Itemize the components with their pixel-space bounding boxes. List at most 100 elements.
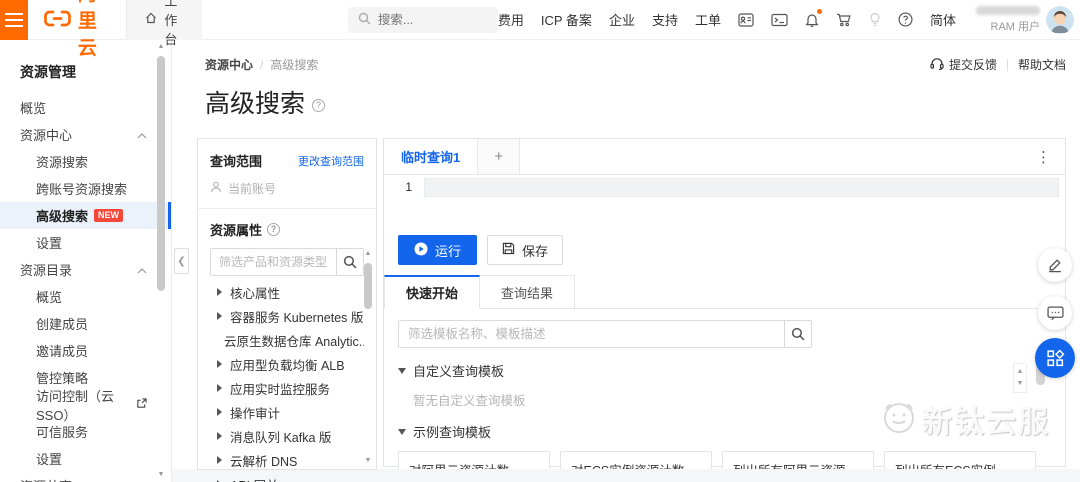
template-card-count-ecs[interactable]: 对ECS实例资源计数 返回有权限的ECS实例总数 <box>560 451 712 469</box>
aliyun-logo[interactable]: 阿里云 <box>28 0 126 60</box>
tree-item-api-gateway[interactable]: API 网关 <box>210 472 364 482</box>
feedback-chat-fab-button[interactable] <box>1038 296 1072 330</box>
user-info[interactable]: RAM 用户 <box>976 5 1040 34</box>
id-card-icon[interactable] <box>738 12 754 27</box>
save-icon <box>502 242 515 258</box>
home-icon <box>145 12 157 27</box>
sidebar-scroll-thumb[interactable] <box>157 56 165 291</box>
scroll-up-icon[interactable]: ▲ <box>365 249 372 259</box>
tree-scrollbar[interactable]: ▲ ▼ <box>362 249 374 466</box>
scope-title: 查询范围 <box>210 154 263 169</box>
product-filter-search-button[interactable] <box>336 249 363 275</box>
scroll-up-icon[interactable]: ▲ <box>1017 367 1024 377</box>
edit-fab-button[interactable] <box>1038 248 1072 282</box>
avatar[interactable] <box>1046 5 1074 34</box>
nav-enterprise[interactable]: 企业 <box>609 10 635 29</box>
change-scope-link[interactable]: 更改查询范围 <box>298 153 364 169</box>
feedback-link[interactable]: 提交反馈 <box>930 56 997 73</box>
quick-start-content: 自定义查询模板 暂无自定义查询模板 示例查询模板 对阿里云资源计数 返回有权限的… <box>384 309 1065 469</box>
sidebar-group-resource-directory[interactable]: 资源目录 <box>0 256 171 283</box>
content-mini-scrollbar[interactable]: ▲ ▼ <box>1013 363 1027 393</box>
scroll-down-icon[interactable]: ▼ <box>365 456 372 466</box>
editor-toolbar: 运行 保存 <box>384 229 1065 275</box>
help-doc-link[interactable]: 帮助文档 <box>1018 56 1066 73</box>
bulb-icon[interactable] <box>869 12 881 27</box>
sidebar-group-resource-center[interactable]: 资源中心 <box>0 121 171 148</box>
caret-down-icon <box>398 367 406 374</box>
workbench-button[interactable]: 工作台 <box>126 0 202 47</box>
scroll-down-icon[interactable]: ▼ <box>158 470 165 480</box>
product-filter-input[interactable] <box>211 249 336 275</box>
caret-right-icon <box>217 312 222 320</box>
template-card-list-resources[interactable]: 列出所有阿里云资源 返回所有有权限的资源，并按... <box>722 451 874 469</box>
global-search-input[interactable] <box>377 12 488 27</box>
widgets-fab-button[interactable] <box>1035 338 1075 378</box>
title-help-icon[interactable] <box>312 98 326 112</box>
pencil-icon <box>1049 259 1061 273</box>
caret-right-icon <box>217 456 222 464</box>
sidebar-item-advanced-search[interactable]: 高级搜索 NEW <box>0 202 171 229</box>
help-icon[interactable] <box>898 12 913 27</box>
tree-item-dns[interactable]: 云解析 DNS <box>210 448 364 472</box>
sidebar-group-resource-sharing[interactable]: 资源共享 <box>0 472 171 482</box>
add-query-tab-button[interactable]: + <box>478 139 521 174</box>
chat-icon <box>1046 305 1064 320</box>
template-filter-input[interactable] <box>399 321 784 347</box>
template-card-list-ecs[interactable]: 列出所有ECS实例 返回所有有权限的ECS实例资... <box>884 451 1036 469</box>
custom-template-section[interactable]: 自定义查询模板 <box>398 361 1051 380</box>
tree-item-core-attributes[interactable]: 核心属性 <box>210 280 364 304</box>
editor-current-line[interactable] <box>424 178 1059 197</box>
template-cards: 对阿里云资源计数 返回有权限的资源总数 对ECS实例资源计数 返回有权限的ECS… <box>398 451 1051 469</box>
more-menu-icon[interactable]: ⋮ <box>1036 148 1051 166</box>
scroll-down-icon[interactable]: ▼ <box>1017 379 1024 389</box>
terminal-icon[interactable] <box>771 13 788 27</box>
language-switch[interactable]: 简体 <box>930 10 956 29</box>
username-redacted <box>976 5 1040 15</box>
sidebar-item-rd-overview[interactable]: 概览 <box>0 283 171 310</box>
sidebar-item-trusted-service[interactable]: 可信服务 <box>0 418 171 445</box>
tree-item-alb[interactable]: 应用型负载均衡 ALB <box>210 352 364 376</box>
tree-item-kafka[interactable]: 消息队列 Kafka 版 <box>210 424 364 448</box>
editor-code-area[interactable] <box>424 178 1065 229</box>
nav-support[interactable]: 支持 <box>652 10 678 29</box>
sidebar-item-settings[interactable]: 设置 <box>0 229 171 256</box>
query-tab-temp1[interactable]: 临时查询1 <box>384 139 479 174</box>
tree-scroll-thumb[interactable] <box>364 263 372 309</box>
person-icon <box>210 181 222 196</box>
global-search[interactable] <box>347 6 498 33</box>
tab-quick-start[interactable]: 快速开始 <box>384 275 481 309</box>
tree-item-ack[interactable]: 容器服务 Kubernetes 版 <box>210 304 364 328</box>
tree-item-analyticdb[interactable]: 云原生数据仓库 Analytic... <box>210 328 364 352</box>
template-filter-search-button[interactable] <box>784 321 811 347</box>
sidebar-item-create-member[interactable]: 创建成员 <box>0 310 171 337</box>
bell-icon[interactable] <box>805 9 822 27</box>
sidebar-item-overview[interactable]: 概览 <box>0 94 171 121</box>
query-tab-bar: 临时查询1 + ⋮ <box>384 139 1065 175</box>
breadcrumb-resource-center[interactable]: 资源中心 <box>205 56 253 73</box>
sidebar-collapse-handle[interactable]: ❮ <box>174 248 189 274</box>
caret-down-icon <box>398 428 406 435</box>
tree-item-arms[interactable]: 应用实时监控服务 <box>210 376 364 400</box>
search-icon <box>358 12 371 28</box>
breadcrumb-current: 高级搜索 <box>270 58 319 72</box>
run-button[interactable]: 运行 <box>398 235 478 265</box>
template-card-count-resources[interactable]: 对阿里云资源计数 返回有权限的资源总数 <box>398 451 550 469</box>
tab-query-result[interactable]: 查询结果 <box>480 275 576 308</box>
sidebar-scrollbar[interactable]: ▲ ▼ <box>155 42 167 480</box>
nav-ticket[interactable]: 工单 <box>695 10 721 29</box>
aliyun-bracket-icon <box>44 10 71 30</box>
cart-icon[interactable] <box>836 13 852 27</box>
attr-help-icon[interactable] <box>267 223 281 236</box>
sidebar-item-resource-search[interactable]: 资源搜索 <box>0 148 171 175</box>
nav-icp[interactable]: ICP 备案 <box>541 10 592 29</box>
sidebar-item-invite-member[interactable]: 邀请成员 <box>0 337 171 364</box>
hamburger-menu-button[interactable] <box>0 0 28 40</box>
nav-billing[interactable]: 费用 <box>498 10 524 29</box>
save-button[interactable]: 保存 <box>487 235 564 265</box>
sample-template-section[interactable]: 示例查询模板 <box>398 422 1051 441</box>
tree-item-actiontrail[interactable]: 操作审计 <box>210 400 364 424</box>
sidebar-item-rd-settings[interactable]: 设置 <box>0 445 171 472</box>
breadcrumb: 资源中心 / 高级搜索 <box>205 56 318 73</box>
sidebar-item-cross-account-search[interactable]: 跨账号资源搜索 <box>0 175 171 202</box>
sidebar-item-cloud-sso[interactable]: 访问控制（云SSO） <box>0 389 171 423</box>
